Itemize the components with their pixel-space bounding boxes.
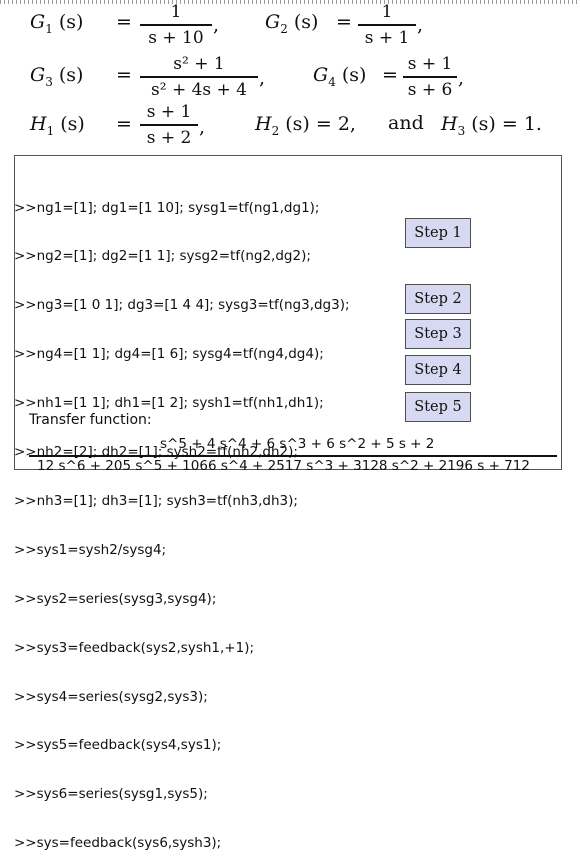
eq-g2-lhs: G2 (s) <box>265 11 319 36</box>
eq-g4-equals: = <box>382 64 398 86</box>
eq-g4-lhs: G4 (s) <box>313 64 367 89</box>
comma: , <box>213 14 220 36</box>
step-2-button[interactable]: Step 2 <box>405 284 471 314</box>
fraction-bar <box>140 124 198 126</box>
fraction-numerator: 1 <box>381 2 393 22</box>
transfer-function-bar <box>29 455 557 457</box>
code-line: >>ng2=[1]; dg2=[1 1]; sysg2=tf(ng2,dg2); <box>14 248 311 265</box>
code-line: >>sys3=feedback(sys2,sysh1,+1); <box>14 639 255 656</box>
eq-g1-lhs: G1 (s) <box>30 11 84 36</box>
fraction-numerator: s + 1 <box>146 102 192 122</box>
fraction-bar <box>403 76 457 78</box>
fraction-bar <box>358 24 416 26</box>
eq-h2: H2 (s) = 2, <box>255 113 356 138</box>
step-1-button[interactable]: Step 1 <box>405 218 471 248</box>
fraction-numerator: 1 <box>170 2 182 22</box>
code-line: >>ng3=[1 0 1]; dg3=[1 4 4]; sysg3=tf(ng3… <box>14 297 350 314</box>
code-line: >>sys=feedback(sys6,sysh3); <box>14 835 222 852</box>
eq-h3: H3 (s) = 1. <box>441 113 542 138</box>
fraction-bar <box>140 24 212 26</box>
code-line: >>sys2=series(sysg3,sysg4); <box>14 590 217 607</box>
fraction-g1: 1 s + 10 <box>140 1 212 49</box>
code-line: >>ng4=[1 1]; dg4=[1 6]; sysg4=tf(ng4,dg4… <box>14 346 324 363</box>
eq-h1-lhs: H1 (s) <box>30 113 85 138</box>
code-line: >>sys1=sysh2/sysg4; <box>14 541 167 558</box>
code-line: >>nh1=[1 1]; dh1=[1 2]; sysh1=tf(nh1,dh1… <box>14 395 324 412</box>
step-5-button[interactable]: Step 5 <box>405 392 471 422</box>
fraction-g2: 1 s + 1 <box>358 1 416 49</box>
code-line: >>ng1=[1]; dg1=[1 10]; sysg1=tf(ng1,dg1)… <box>14 199 320 216</box>
top-rule <box>0 0 580 4</box>
fraction-denominator: s + 1 <box>364 27 410 48</box>
fraction-denominator: s + 2 <box>146 127 192 148</box>
step-3-button[interactable]: Step 3 <box>405 319 471 349</box>
fraction-g4: s + 1 s + 6 <box>403 53 457 101</box>
fraction-denominator: s² + 4s + 4 <box>151 79 247 100</box>
comma: , <box>259 67 266 89</box>
eq-g3-lhs: G3 (s) <box>30 64 84 89</box>
matlab-code-lines: >>ng1=[1]; dg1=[1 10]; sysg1=tf(ng1,dg1)… <box>14 167 350 868</box>
comma: , <box>417 14 424 36</box>
eq-h1-equals: = <box>116 113 132 135</box>
eq-and-word: and <box>388 112 424 134</box>
fraction-denominator: s + 10 <box>148 27 204 48</box>
transfer-function-label: Transfer function: <box>29 412 152 428</box>
eq-g1-equals: = <box>116 11 132 33</box>
fraction-numerator: s² + 1 <box>173 54 225 74</box>
code-line: >>sys5=feedback(sys4,sys1); <box>14 737 222 754</box>
comma: , <box>458 67 465 89</box>
code-line: >>sys4=series(sysg2,sys3); <box>14 688 208 705</box>
code-line: >>sys6=series(sysg1,sys5); <box>14 786 208 803</box>
step-4-button[interactable]: Step 4 <box>405 355 471 385</box>
fraction-bar <box>140 76 258 78</box>
fraction-h1: s + 1 s + 2 <box>140 101 198 149</box>
comma: , <box>199 116 206 138</box>
eq-g3-equals: = <box>116 64 132 86</box>
fraction-denominator: s + 6 <box>407 79 453 100</box>
eq-g2-equals: = <box>336 11 352 33</box>
transfer-function-numerator: s^5 + 4 s^4 + 6 s^3 + 6 s^2 + 5 s + 2 <box>160 436 435 452</box>
transfer-function-denominator: 12 s^6 + 205 s^5 + 1066 s^4 + 2517 s^3 +… <box>37 458 530 474</box>
fraction-g3: s² + 1 s² + 4s + 4 <box>140 53 258 101</box>
fraction-numerator: s + 1 <box>407 54 453 74</box>
code-line: >>nh3=[1]; dh3=[1]; sysh3=tf(nh3,dh3); <box>14 492 298 509</box>
